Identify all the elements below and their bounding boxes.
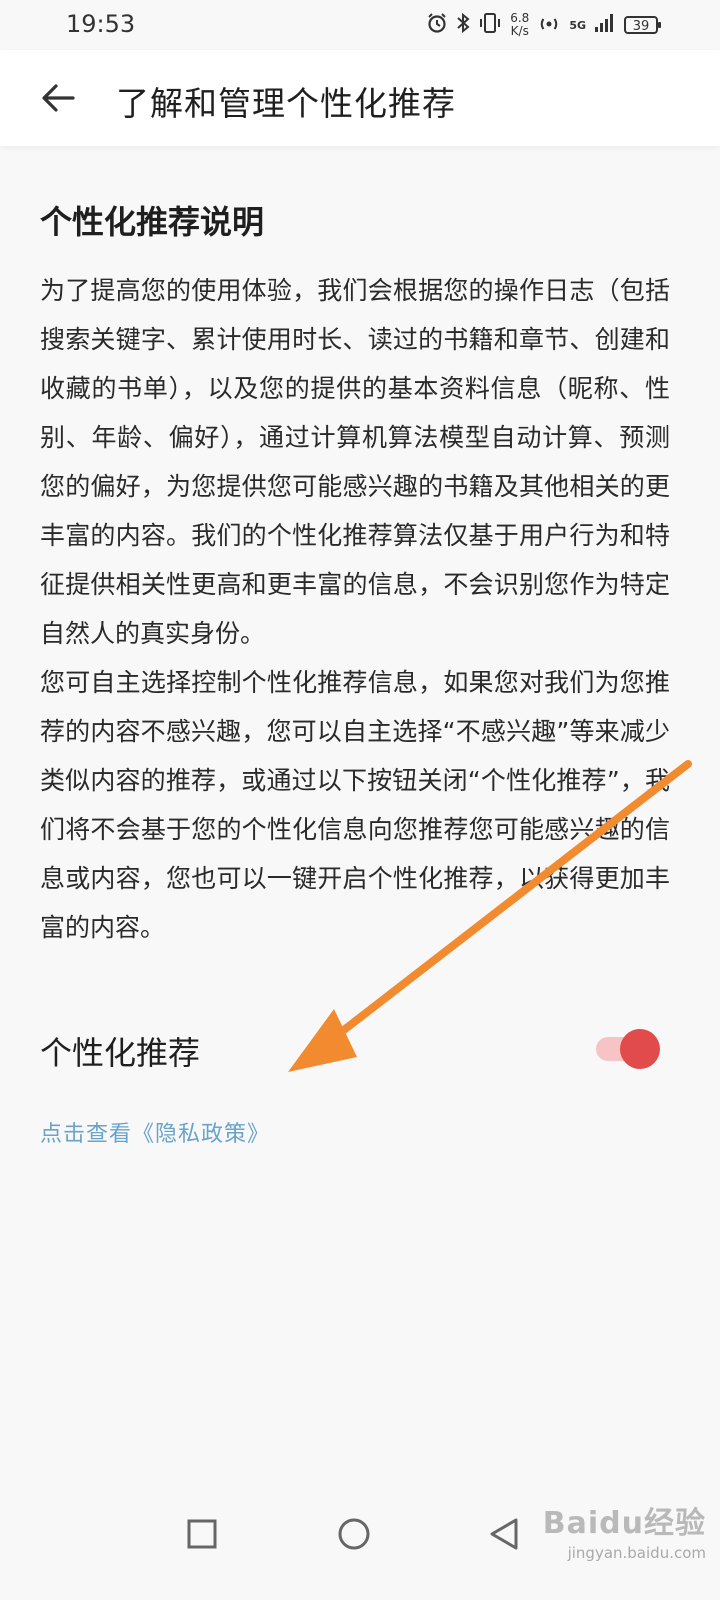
status-bar: 19:53 6.8 K/s 5G 39 xyxy=(0,0,720,50)
home-icon xyxy=(338,1518,370,1550)
back-button[interactable] xyxy=(36,76,80,120)
net-speed: 6.8 K/s xyxy=(510,12,529,38)
personalized-recommendation-toggle[interactable] xyxy=(596,1029,660,1069)
signal-icon xyxy=(594,13,616,38)
network-label: 5G xyxy=(569,18,586,32)
status-time: 19:53 xyxy=(66,10,136,38)
section-title: 个性化推荐说明 xyxy=(40,203,265,241)
vibrate-icon xyxy=(478,12,502,39)
home-button[interactable] xyxy=(334,1514,374,1554)
toggle-label: 个性化推荐 xyxy=(40,1034,201,1072)
net-speed-unit: K/s xyxy=(510,24,529,38)
alarm-icon xyxy=(426,12,448,39)
recent-apps-icon xyxy=(187,1519,217,1549)
battery-level: 39 xyxy=(632,19,650,34)
main-content: 个性化推荐说明 为了提高您的使用体验，我们会根据您的操作日志（包括搜索关键字、累… xyxy=(40,200,670,952)
back-icon xyxy=(490,1518,518,1550)
page-title: 了解和管理个性化推荐 xyxy=(116,84,456,123)
personalized-recommendation-row: 个性化推荐 xyxy=(40,1020,660,1080)
watermark-brand: Baidu经验 xyxy=(542,1506,706,1541)
nav-back-button[interactable] xyxy=(484,1514,524,1554)
app-bar: 了解和管理个性化推荐 xyxy=(0,50,720,146)
bluetooth-icon xyxy=(456,12,470,39)
watermark-url: jingyan.baidu.com xyxy=(567,1544,706,1562)
watermark: Baidu经验 jingyan.baidu.com xyxy=(543,1498,706,1562)
toggle-knob xyxy=(620,1029,660,1069)
recent-apps-button[interactable] xyxy=(182,1514,222,1554)
status-icons: 6.8 K/s 5G 39 xyxy=(426,10,661,40)
privacy-policy-link[interactable]: 点击查看《隐私政策》 xyxy=(40,1116,270,1148)
arrow-left-icon xyxy=(42,84,75,112)
description-paragraph-2: 您可自主选择控制个性化推荐信息，如果您对我们为您推荐的内容不感兴趣，您可以自主选… xyxy=(40,668,670,942)
battery-icon: 39 xyxy=(624,16,661,34)
description-paragraph-1: 为了提高您的使用体验，我们会根据您的操作日志（包括搜索关键字、累计使用时长、读过… xyxy=(40,276,670,648)
hotspot-icon xyxy=(537,12,561,39)
